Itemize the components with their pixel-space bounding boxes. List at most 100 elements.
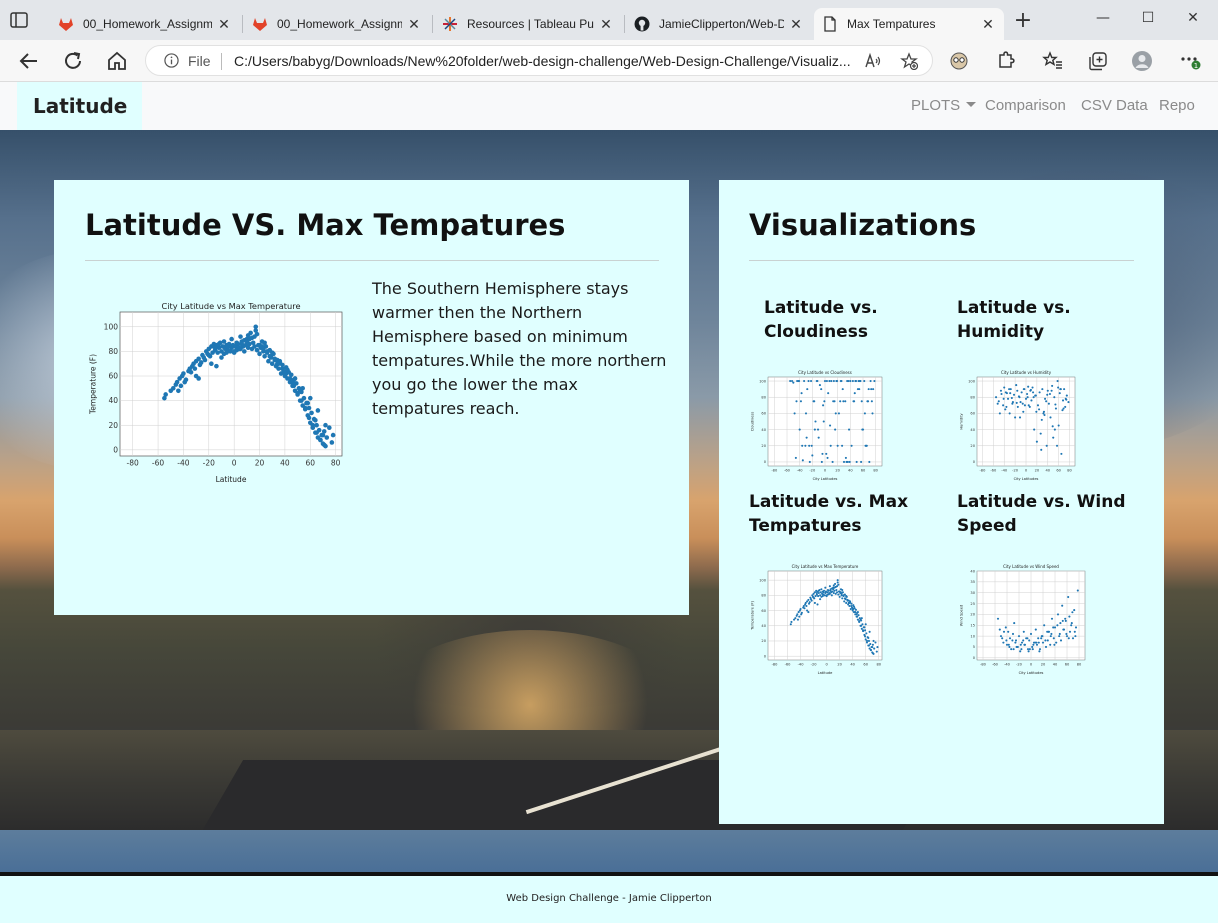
scatter-point [1045,444,1048,447]
hero-background-image: Latitude VS. Max Tempatures -80 -60 -40 -20… [0,130,1218,872]
scatter-point [1027,385,1030,388]
scatter-point [1040,637,1043,640]
scatter-point [841,588,844,592]
scatter-point [1048,392,1052,396]
close-tab-icon[interactable]: ✕ [216,16,232,33]
scatter-point [843,600,846,603]
collections-icon[interactable] [1087,50,1109,72]
scatter-point [998,412,1001,415]
home-icon[interactable] [105,49,129,73]
scatter-point [839,591,843,594]
scatter-point [813,428,816,431]
scatter-point [176,388,181,394]
scatter-point [797,379,801,383]
back-arrow-icon[interactable] [17,49,41,73]
scatter-point [863,379,866,383]
scatter-point [323,422,328,428]
scatter-point [1049,635,1052,638]
scatter-point [225,344,231,349]
favorites-icon[interactable] [1042,50,1064,72]
url-text[interactable]: C:/Users/babyg/Downloads/New%20folder/we… [234,53,859,69]
scatter-point [1053,428,1056,431]
extensions-icon[interactable] [994,50,1016,72]
profile-avatar-icon[interactable] [1131,50,1153,72]
nav-comparison-link[interactable]: Comparison [985,97,1066,114]
info-icon[interactable] [164,53,179,68]
scatter-point [867,639,871,643]
nav-plots-dropdown[interactable]: PLOTS [911,97,977,114]
y-tick-label: 100 [759,578,767,582]
scatter-point [1040,448,1043,451]
scatter-point [229,336,234,342]
close-tab-icon[interactable]: ✕ [406,16,422,33]
browser-tab-active[interactable]: Max Tempatures ✕ [814,8,1004,40]
nav-repo-link[interactable]: Repo [1159,97,1195,114]
scatter-point [1064,405,1067,408]
address-bar-row: File C:/Users/babyg/Downloads/New%20fold… [0,40,1218,82]
scatter-point [1007,643,1010,646]
navbar-brand[interactable]: Latitude [17,82,142,130]
scatter-point [821,595,824,598]
scatter-point [1050,617,1054,620]
refresh-icon[interactable] [61,49,85,73]
browser-tab-4[interactable]: JamieClipperton/Web-D ✕ [626,8,812,40]
scatter-point [828,592,831,595]
omnibox[interactable]: File C:/Users/babyg/Downloads/New%20fold… [145,45,933,76]
scatter-point [832,592,835,595]
scatter-point [1053,626,1057,629]
chart-title: City Latitude vs Humidity [1001,370,1052,375]
x-tick-label: 0 [825,663,828,667]
scatter-point [1067,401,1070,404]
scatter-point [1064,617,1067,620]
maximize-icon[interactable]: ☐ [1138,10,1158,30]
browser-tab-1[interactable]: 00_Homework_Assignm ✕ [50,8,240,40]
scatter-point [1067,637,1070,640]
scatter-point [212,345,218,350]
scatter-point [1001,637,1004,640]
extension-face-icon[interactable] [948,50,970,72]
scatter-point [825,594,828,597]
browser-tab-2[interactable]: 00_Homework_Assignm ✕ [244,8,430,40]
scatter-point [790,620,793,624]
scatter-point [1000,392,1003,396]
scatter-point [1059,388,1062,391]
close-tab-icon[interactable]: ✕ [980,16,996,33]
scatter-point [820,460,823,464]
wind-speed-plot[interactable]: -80 -60 -40 -20 0 20 40 60 80 0 5 10 15 20 25 30 35 40 Cit… [959,561,1089,676]
browser-tab-3[interactable]: Resources | Tableau Pub ✕ [434,8,622,40]
add-favorite-icon[interactable] [900,52,918,70]
close-tab-icon[interactable]: ✕ [788,16,804,33]
scatter-point [1016,389,1019,392]
read-aloud-icon[interactable] [864,52,882,70]
scatter-point [1023,404,1026,407]
scatter-point [822,404,825,407]
scatter-point [825,379,828,383]
scatter-point [865,444,868,447]
x-tick-label: 80 [1077,663,1082,667]
scatter-point [1070,622,1073,625]
close-tab-icon[interactable]: ✕ [598,16,614,33]
nav-csv-data-link[interactable]: CSV Data [1081,97,1148,114]
scatter-point [1002,630,1006,633]
scatter-point [867,636,870,639]
tab-title: Max Tempatures [847,17,936,31]
svg-text:1: 1 [1194,62,1198,70]
scatter-point [1074,635,1077,638]
tab-divider [242,15,243,33]
more-options-icon[interactable]: 1 [1179,50,1201,72]
tab-actions-icon[interactable] [10,12,28,28]
cloudiness-plot[interactable]: -80 -60 -40 -20 0 20 40 60 80 0 20 40 60 80 100 City La… [750,367,886,482]
y-tick-label: 20 [761,639,766,643]
scatter-point [995,396,998,399]
scatter-point [1015,645,1018,649]
minimize-icon[interactable]: — [1093,10,1113,30]
scatter-point [163,392,168,397]
scatter-point [832,588,835,591]
new-tab-icon[interactable]: + [1012,10,1034,32]
scatter-point [845,595,848,598]
scatter-point [794,456,797,459]
scatter-point [836,444,839,447]
close-window-icon[interactable]: ✕ [1183,10,1203,30]
humidity-plot[interactable]: -80 -60 -40 -20 0 20 40 60 80 0 20 40 60 80 100 City La… [959,367,1079,482]
max-temp-thumb-plot[interactable]: -80 -60 -40 -20 0 20 40 60 80 0 20 40 60 80 100 City La… [750,561,886,676]
